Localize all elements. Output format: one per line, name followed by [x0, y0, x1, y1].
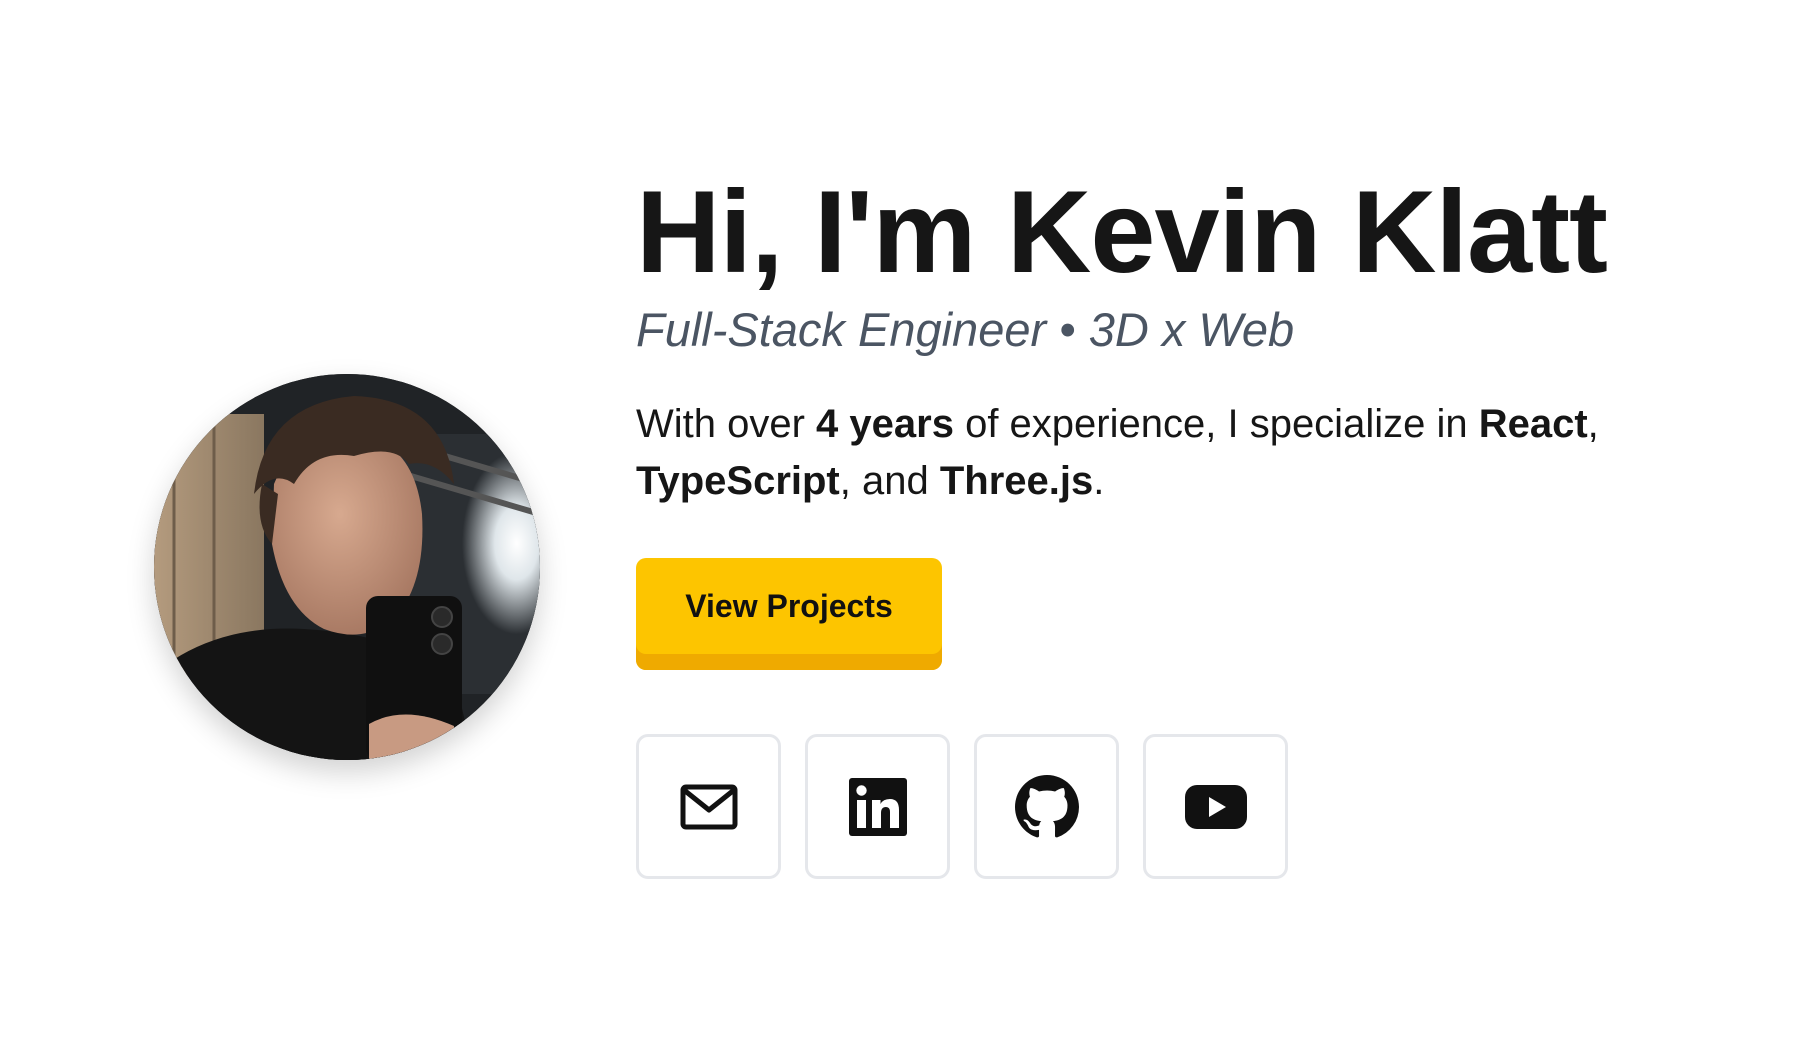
email-link[interactable]: [636, 734, 781, 879]
bio-highlight-tech: React: [1478, 402, 1588, 446]
bio-text: of experience, I specialize in: [953, 402, 1479, 446]
avatar: [154, 374, 540, 760]
hero-bio: With over 4 years of experience, I speci…: [636, 396, 1636, 510]
linkedin-link[interactable]: [805, 734, 950, 879]
page-title: Hi, I'm Kevin Klatt: [636, 166, 1608, 297]
avatar-photo: [154, 374, 540, 760]
github-icon: [1014, 774, 1079, 837]
hero-subtitle: Full-Stack Engineer • 3D x Web: [636, 303, 1295, 356]
bio-text: ,: [1587, 402, 1599, 446]
view-projects-button[interactable]: View Projects: [636, 558, 942, 670]
youtube-icon: [1184, 784, 1247, 829]
bio-highlight-years: 4 years: [816, 402, 954, 446]
github-link[interactable]: [974, 734, 1119, 879]
hero-content: Hi, I'm Kevin Klatt Full-Stack Engineer …: [636, 168, 1696, 879]
bio-text: , and: [839, 459, 940, 503]
portfolio-hero: Hi, I'm Kevin Klatt Full-Stack Engineer …: [0, 0, 1804, 1040]
social-links: [636, 734, 1696, 879]
bio-highlight-tech: Three.js: [939, 459, 1094, 503]
linkedin-icon: [848, 777, 907, 836]
youtube-link[interactable]: [1143, 734, 1288, 879]
bio-text: With over: [636, 402, 817, 446]
bio-text: .: [1093, 459, 1105, 503]
mail-icon: [680, 784, 737, 829]
bio-highlight-tech: TypeScript: [636, 459, 840, 503]
